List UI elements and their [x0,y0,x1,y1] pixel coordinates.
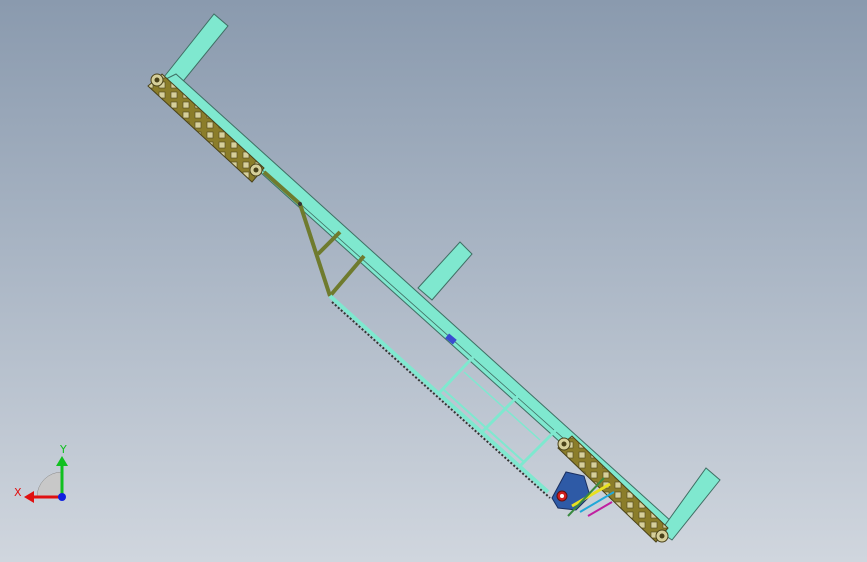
z-axis-dot [58,493,66,501]
upper-chain-section [147,73,265,183]
lower-right-post [659,467,721,541]
middle-post [417,241,473,301]
coordinate-triad: Y X [14,443,68,503]
pivot-point [298,202,302,206]
triad-quarter-disc [36,471,63,498]
x-axis-label: X [14,486,22,499]
cad-viewport[interactable]: Y X [0,0,867,562]
y-axis-label: Y [59,443,67,456]
conveyor-assembly-model[interactable] [0,0,867,562]
